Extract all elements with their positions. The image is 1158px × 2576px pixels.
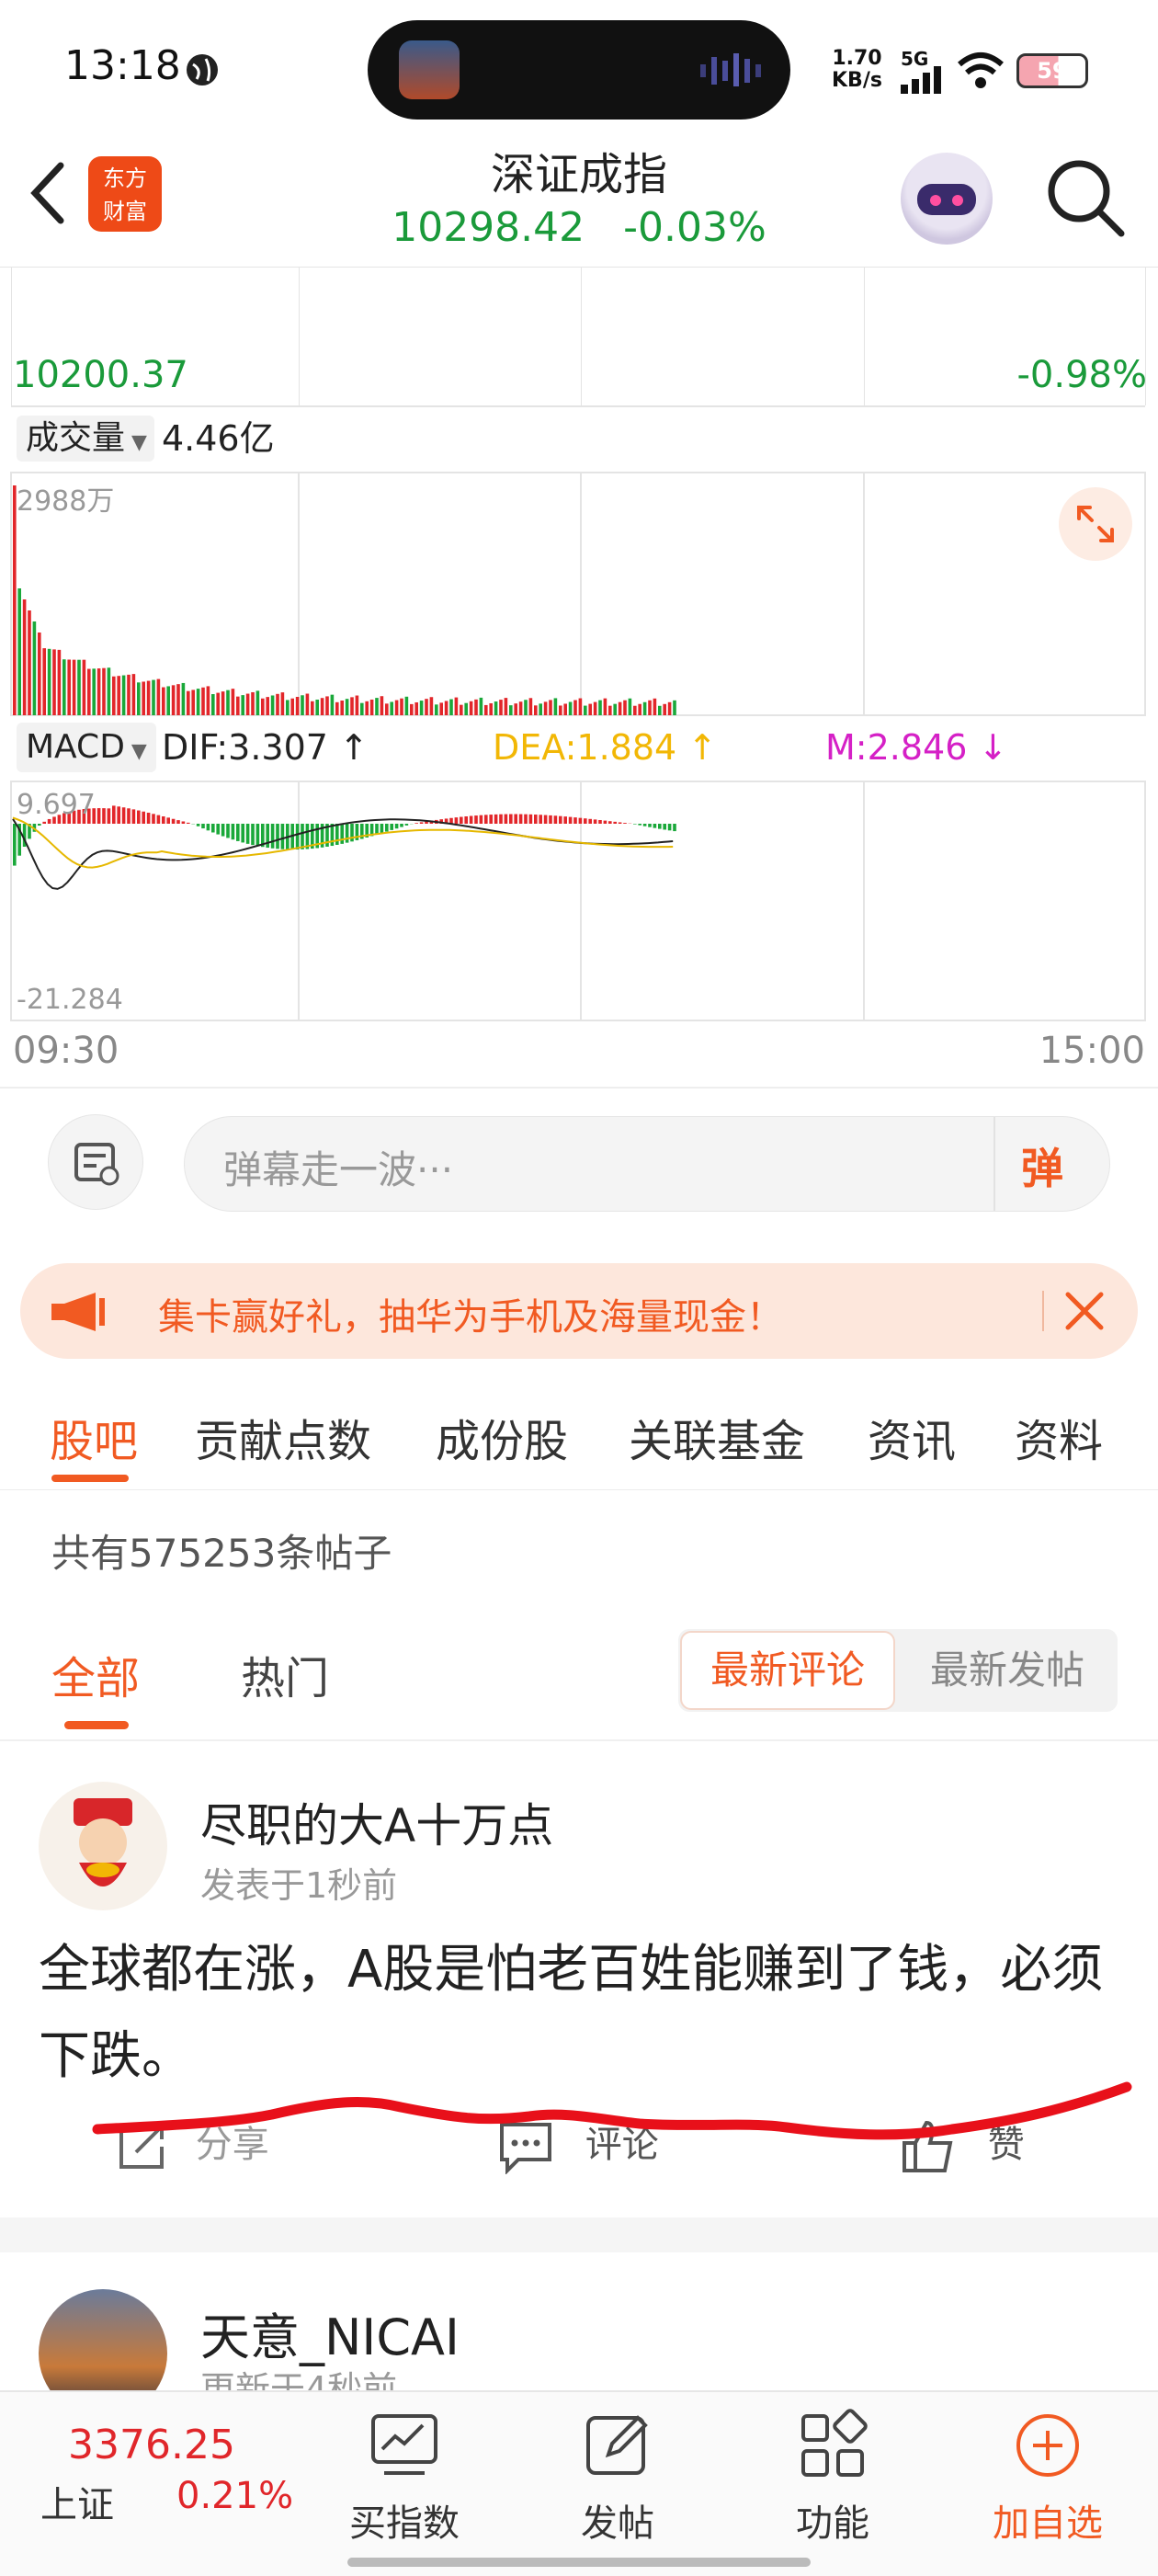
section-tabs: 股吧 贡献点数 成份股 关联基金 资讯 资料 (0, 1379, 1158, 1490)
volume-bars (0, 471, 1158, 719)
functions-grid-icon (796, 2409, 869, 2482)
tab-constituents[interactable]: 成份股 (436, 1405, 568, 1469)
post-time: 发表于1秒前 (200, 1857, 397, 1908)
net-speed: 1.70KB/s (832, 48, 882, 92)
tab-profile[interactable]: 资料 (1015, 1405, 1103, 1469)
volume-max-label: 2988万 (17, 478, 114, 519)
macd-max-label: 9.697 (17, 789, 96, 821)
pct-low-label: -0.98% (1016, 354, 1147, 396)
audio-bars-icon (698, 51, 763, 88)
assistant-robot-icon[interactable] (901, 153, 993, 245)
bottom-nav: 3376.25 上证 0.21% 买指数 发帖 功能 加自选 (0, 2390, 1158, 2576)
post-count: 共有575253条帖子 (51, 1522, 392, 1579)
macd-m: M:2.846 ↓ (825, 723, 1007, 772)
dynamic-island (368, 20, 790, 120)
volume-indicator-select[interactable]: 成交量 ▼ (17, 416, 154, 462)
danmaku-input[interactable]: 弹幕走一波··· 弹 (184, 1116, 1110, 1212)
sort-toggle: 最新评论 最新发帖 (678, 1629, 1118, 1712)
danmaku-toggle-button[interactable]: 弹 (1021, 1135, 1063, 1196)
shanghai-index-quote[interactable]: 3376.25 上证 0.21% (0, 2392, 276, 2567)
add-circle-icon (1011, 2409, 1084, 2482)
active-tab-underline (51, 1475, 129, 1482)
expand-icon (1059, 487, 1132, 561)
nav-functions[interactable]: 功能 (750, 2493, 915, 2547)
red-scribble-annotation (88, 2074, 1136, 2157)
media-thumbnail (399, 40, 460, 99)
nav-buy-index[interactable]: 买指数 (322, 2493, 487, 2547)
filter-all[interactable]: 全部 (51, 1642, 140, 1706)
signal-icon (901, 66, 947, 94)
danmaku-settings-button[interactable] (48, 1114, 143, 1210)
buy-index-icon (368, 2409, 441, 2482)
macd-indicator-select[interactable]: MACD ▼ (17, 723, 156, 772)
compose-icon (581, 2409, 654, 2482)
status-time: 13:18 (64, 42, 181, 89)
avatar[interactable] (39, 1782, 167, 1910)
fortune-god-avatar-icon (39, 1782, 167, 1910)
sort-latest-comment[interactable]: 最新评论 (680, 1631, 895, 1710)
index-price: 10298.42 (392, 204, 585, 251)
nav-post[interactable]: 发帖 (535, 2493, 700, 2547)
tab-guba[interactable]: 股吧 (50, 1405, 138, 1469)
time-start-label: 09:30 (13, 1030, 119, 1072)
macd-min-label: -21.284 (17, 984, 123, 1016)
filter-underline (64, 1721, 129, 1729)
promo-banner[interactable]: 集卡赢好礼，抽华为手机及海量现金！ (20, 1263, 1138, 1359)
search-icon[interactable] (1044, 156, 1127, 239)
sort-latest-post[interactable]: 最新发帖 (899, 1631, 1116, 1710)
battery-indicator: 59 (1016, 53, 1088, 88)
tab-news[interactable]: 资讯 (868, 1405, 956, 1469)
volume-total: 4.46亿 (162, 416, 275, 462)
tab-contribution[interactable]: 贡献点数 (195, 1405, 371, 1469)
nav-add-watchlist[interactable]: 加自选 (965, 2493, 1130, 2547)
index-change: -0.03% (623, 204, 766, 251)
wifi-icon (956, 50, 1005, 90)
macd-dea: DEA:1.884 ↑ (493, 723, 717, 772)
megaphone-icon (48, 1291, 121, 1333)
price-low-label: 10200.37 (13, 354, 188, 396)
filter-hot[interactable]: 热门 (241, 1642, 329, 1706)
expand-chart-button[interactable] (1059, 487, 1132, 561)
danmaku-settings-icon (49, 1115, 144, 1211)
globe-icon (184, 51, 221, 88)
home-indicator (347, 2558, 811, 2567)
post-author[interactable]: 天意_NICAI (200, 2297, 460, 2369)
time-end-label: 15:00 (1039, 1030, 1145, 1072)
promo-text: 集卡赢好礼，抽华为手机及海量现金！ (158, 1287, 783, 1340)
close-icon[interactable] (1062, 1289, 1107, 1333)
macd-chart (0, 780, 1158, 1022)
macd-dif: DIF:3.307 ↑ (162, 723, 369, 772)
post-author[interactable]: 尽职的大A十万点 (200, 1789, 553, 1855)
tab-related-funds[interactable]: 关联基金 (629, 1405, 805, 1469)
divider (0, 1087, 1158, 1089)
